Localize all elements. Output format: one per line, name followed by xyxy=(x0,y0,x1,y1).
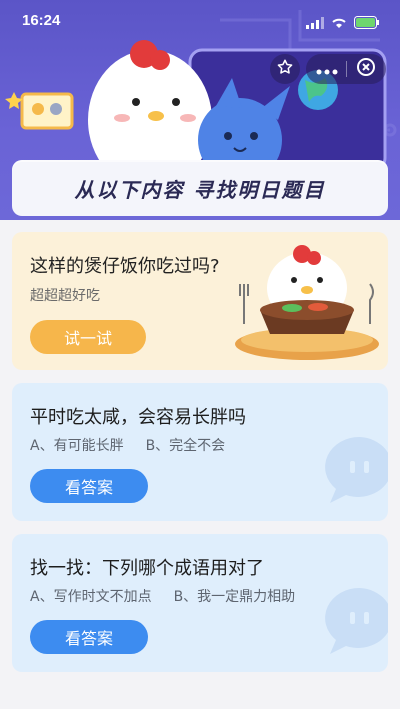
capsule-divider xyxy=(346,61,348,77)
option-a: A、有可能长胖 xyxy=(30,438,124,454)
question-title: 平时吃太咸，会容易长胖吗 xyxy=(30,407,246,428)
question-card: 平时吃太咸，会容易长胖吗 A、有可能长胖 B、完全不会 看答案 xyxy=(12,383,388,521)
more-icon[interactable] xyxy=(316,60,338,79)
option-a: A、写作时文不加点 xyxy=(30,589,152,605)
chat-bubble-icon xyxy=(325,436,388,503)
view-answer-button[interactable]: 看答案 xyxy=(30,620,148,654)
chat-bubble-icon xyxy=(325,587,388,654)
mascot-illustration xyxy=(5,40,387,170)
option-b: B、完全不会 xyxy=(145,438,226,454)
status-time: 16:24 xyxy=(22,12,61,29)
view-answer-button[interactable]: 看答案 xyxy=(30,469,148,503)
feature-card[interactable]: 这样的煲仔饭你吃过吗? 超超超好吃 试一试 xyxy=(12,232,388,370)
capsule-menu xyxy=(306,54,386,84)
chicken-claypot-illustration xyxy=(235,245,379,360)
question-options: A、写作时文不加点 B、我一定鼎力相助 xyxy=(30,586,295,606)
star-icon xyxy=(276,58,294,80)
banner: 从以下内容 寻找明日题目 xyxy=(12,160,388,216)
status-bar: 16:24 xyxy=(0,12,400,34)
question-card: 找一找：下列哪个成语用对了 A、写作时文不加点 B、我一定鼎力相助 看答案 xyxy=(12,534,388,672)
question-title: 找一找：下列哪个成语用对了 xyxy=(30,558,264,579)
feature-title: 这样的煲仔饭你吃过吗? xyxy=(30,256,220,277)
mini-program-capsule xyxy=(270,54,386,84)
feature-subtitle: 超超超好吃 xyxy=(30,288,100,304)
question-options: A、有可能长胖 B、完全不会 xyxy=(30,435,225,455)
close-icon[interactable] xyxy=(356,57,376,81)
banner-title: 从以下内容 寻找明日题目 xyxy=(74,177,326,202)
header: 16:24 从以下内容 寻找明日题目 xyxy=(0,0,400,220)
favorite-button[interactable] xyxy=(270,54,300,84)
wifi-icon xyxy=(331,14,347,33)
signal-icon xyxy=(306,14,324,33)
option-b: B、我一定鼎力相助 xyxy=(173,589,296,605)
battery-icon xyxy=(354,14,380,33)
try-button[interactable]: 试一试 xyxy=(30,320,146,354)
